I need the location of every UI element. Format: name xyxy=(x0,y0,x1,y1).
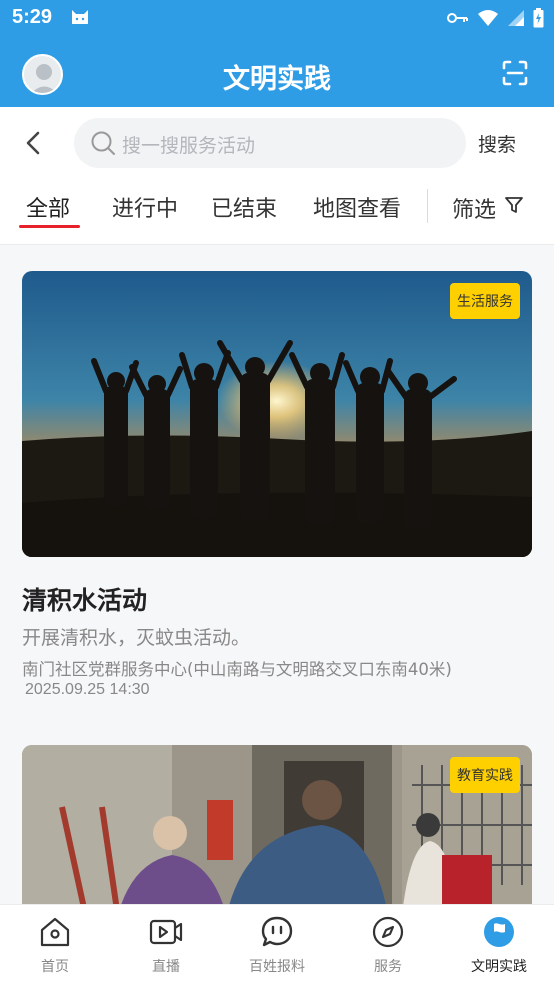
activity-card[interactable]: 教育实践 xyxy=(22,745,532,904)
tab-in-progress[interactable]: 进行中 xyxy=(112,191,178,223)
nav-label: 文明实践 xyxy=(471,959,527,975)
scan-icon[interactable] xyxy=(502,60,528,86)
page-title: 文明实践 xyxy=(223,64,331,95)
active-tab-indicator xyxy=(19,225,80,228)
search-placeholder: 搜一搜服务活动 xyxy=(122,135,256,157)
tab-all[interactable]: 全部 xyxy=(26,191,70,223)
filter-label: 筛选 xyxy=(452,198,497,223)
flag-icon xyxy=(482,915,516,949)
nav-label: 服务 xyxy=(374,959,402,975)
status-time: 5:29 xyxy=(12,6,53,28)
search-input[interactable]: 搜一搜服务活动 xyxy=(74,118,466,168)
signal-icon xyxy=(507,9,525,27)
activity-title: 清积水活动 xyxy=(22,586,148,615)
filter-icon xyxy=(504,195,524,221)
tab-divider xyxy=(427,189,428,223)
nav-label: 直播 xyxy=(152,959,180,975)
nav-live[interactable]: 直播 xyxy=(111,905,221,984)
nav-service[interactable]: 服务 xyxy=(333,905,443,984)
nav-home[interactable]: 首页 xyxy=(0,905,110,984)
notification-cat-icon xyxy=(70,8,90,26)
tab-map-view[interactable]: 地图查看 xyxy=(313,191,401,223)
chat-icon xyxy=(260,915,294,949)
home-icon xyxy=(38,915,72,949)
activity-image: 生活服务 xyxy=(22,271,532,557)
bottom-navigation: 首页 直播 百姓报料 服务 文明实践 xyxy=(0,904,554,984)
category-badge: 教育实践 xyxy=(450,757,520,793)
status-icons xyxy=(447,8,544,28)
key-icon xyxy=(447,11,469,25)
back-arrow-icon[interactable] xyxy=(22,129,46,157)
nav-label: 首页 xyxy=(41,959,69,975)
activity-image: 教育实践 xyxy=(22,745,532,904)
video-icon xyxy=(149,915,183,949)
app-header: 文明实践 xyxy=(0,40,554,107)
nav-citizen-report[interactable]: 百姓报料 xyxy=(222,905,332,984)
search-row: 搜一搜服务活动 搜索 xyxy=(0,107,554,179)
activity-card[interactable]: 生活服务 清积水活动 开展清积水，灭蚊虫活动。 南门社区党群服务中心(中山南路与… xyxy=(22,271,532,711)
activity-date: 2025.09.25 14:30 xyxy=(25,681,150,698)
battery-icon xyxy=(533,8,544,28)
status-bar: 5:29 xyxy=(0,0,554,36)
category-badge: 生活服务 xyxy=(450,283,520,319)
activity-location: 南门社区党群服务中心(中山南路与文明路交叉口东南40米) xyxy=(22,660,452,679)
tab-ended[interactable]: 已结束 xyxy=(211,191,277,223)
filter-tabs: 全部 进行中 已结束 地图查看 筛选 xyxy=(0,179,554,245)
nav-civilization-practice[interactable]: 文明实践 xyxy=(444,905,554,984)
filter-button[interactable]: 筛选 xyxy=(452,192,524,224)
nav-label: 百姓报料 xyxy=(249,959,305,975)
search-icon xyxy=(90,130,116,156)
search-button[interactable]: 搜索 xyxy=(478,130,516,157)
compass-icon xyxy=(371,915,405,949)
top-bar: 5:29 文明实践 xyxy=(0,0,554,107)
activity-description: 开展清积水，灭蚊虫活动。 xyxy=(22,627,251,649)
wifi-icon xyxy=(477,9,499,27)
